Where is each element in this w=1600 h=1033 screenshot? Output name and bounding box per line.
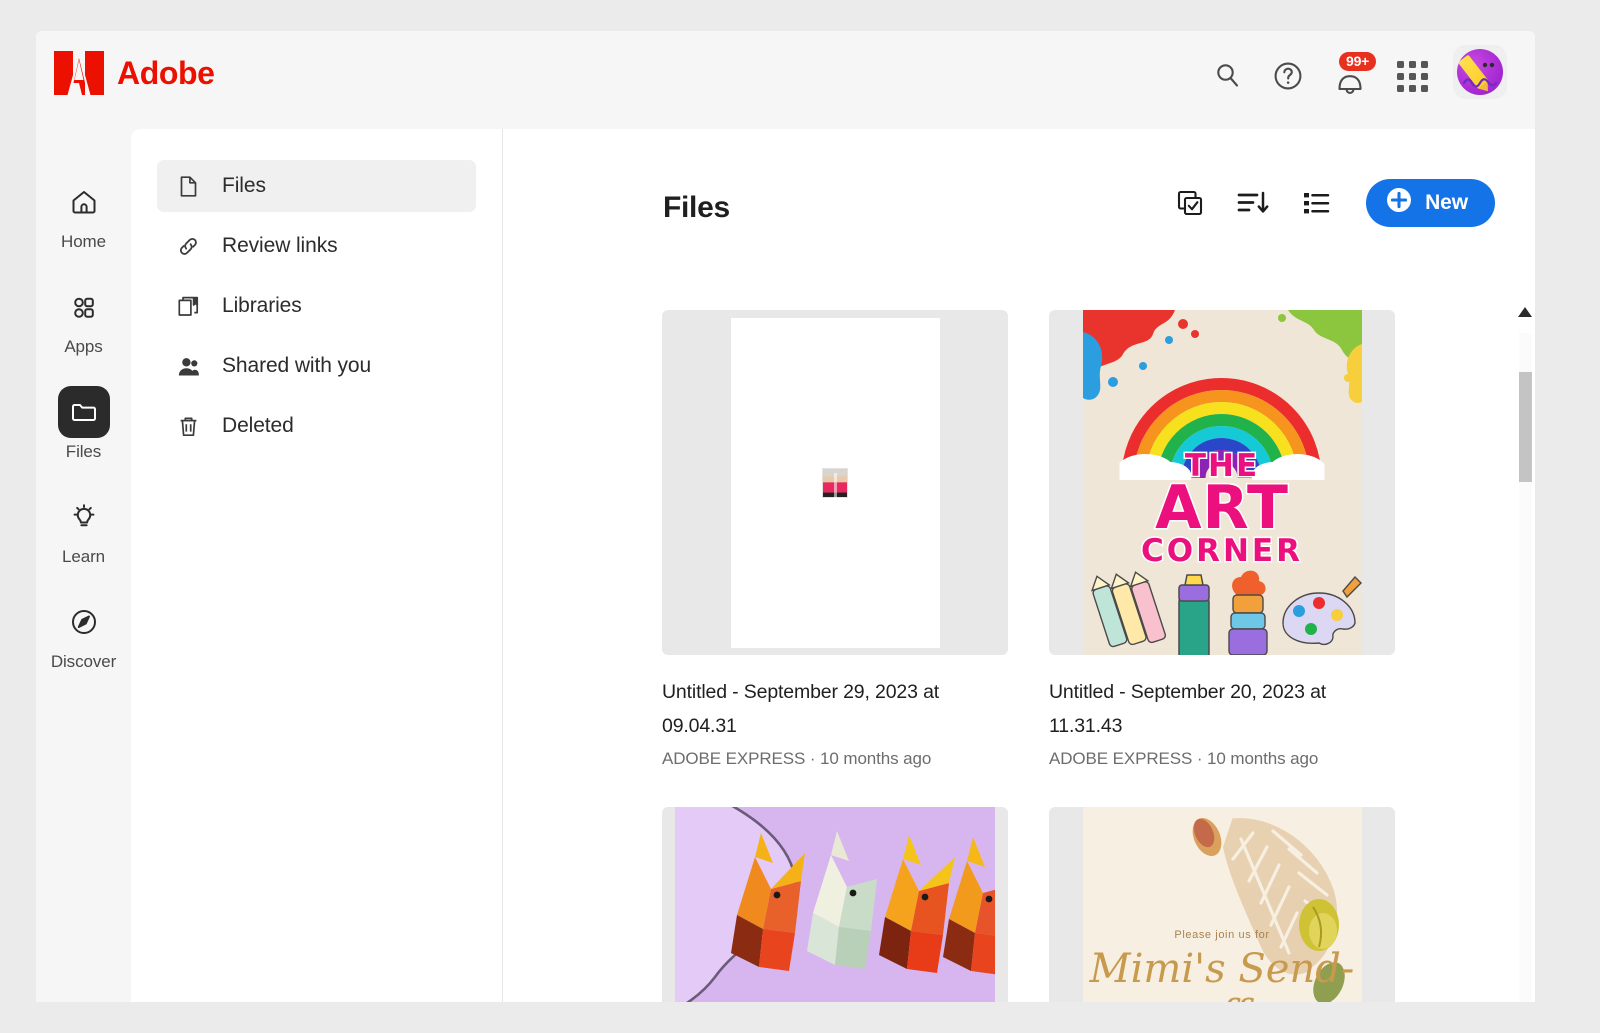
bell-icon[interactable]: 99+: [1331, 56, 1369, 96]
rail-item-discover[interactable]: Discover: [36, 596, 131, 672]
adobe-logo-icon: [54, 51, 104, 95]
panel-header: Files: [504, 129, 1535, 269]
sidebar-item-deleted[interactable]: Deleted: [157, 400, 476, 452]
rail-label-apps: Apps: [64, 337, 102, 357]
invite-text-line1: Please join us for: [1083, 929, 1362, 941]
rail-label-files: Files: [66, 442, 101, 462]
sidebar-label-deleted: Deleted: [222, 414, 294, 438]
sidebar-item-files[interactable]: Files: [157, 160, 476, 212]
file-meta: ADOBE EXPRESS · 10 months ago: [662, 749, 1008, 769]
notification-badge: 99+: [1339, 52, 1376, 71]
app-grid-icon[interactable]: [1395, 59, 1429, 93]
art-corner-text: THE ART CORNER: [1083, 452, 1362, 567]
sidebar-item-libraries[interactable]: Libraries: [157, 280, 476, 332]
header-actions: 99+: [1211, 53, 1507, 99]
sidebar-label-files: Files: [222, 174, 266, 198]
avatar-image: [1457, 49, 1503, 95]
list-view-icon[interactable]: [1299, 186, 1333, 220]
file-thumbnail[interactable]: [662, 807, 1008, 1002]
invite-text-line2: Mimi's Send-off: [1083, 946, 1362, 1002]
rail-label-discover: Discover: [51, 652, 116, 672]
rail-item-files[interactable]: Files: [36, 386, 131, 462]
white-canvas: [731, 318, 940, 648]
sidebar-item-shared-with-you[interactable]: Shared with you: [157, 340, 476, 392]
purple-origami-poster: [675, 807, 995, 1002]
select-multiple-icon[interactable]: [1173, 186, 1207, 220]
sort-descending-icon[interactable]: [1236, 186, 1270, 220]
sidebar-label-libraries: Libraries: [222, 294, 302, 318]
rail-label-learn: Learn: [62, 547, 105, 567]
file-meta: ADOBE EXPRESS · 10 months ago: [1049, 749, 1395, 769]
application-window: Adobe: [36, 31, 1535, 1002]
folder-icon: [58, 386, 110, 438]
brand-name: Adobe: [117, 55, 215, 92]
file-thumbnail[interactable]: Please join us for Mimi's Send-off: [1049, 807, 1395, 1002]
vertical-scrollbar[interactable]: [1515, 297, 1535, 1002]
compass-icon: [58, 596, 110, 648]
document-icon: [175, 173, 201, 199]
files-grid: Untitled - September 29, 2023 at 09.04.3…: [662, 310, 1535, 1002]
file-title: Untitled - September 20, 2023 at 11.31.4…: [1049, 676, 1395, 743]
new-button[interactable]: New: [1366, 179, 1495, 227]
adobe-brand[interactable]: Adobe: [54, 51, 215, 95]
link-icon: [175, 233, 201, 259]
tiny-photo-image: [822, 468, 848, 498]
user-avatar[interactable]: [1453, 45, 1507, 99]
home-icon: [58, 176, 110, 228]
cream-invitation-poster: Please join us for Mimi's Send-off: [1083, 807, 1362, 1002]
scrollbar-thumb[interactable]: [1519, 372, 1532, 482]
sidebar-label-shared-with-you: Shared with you: [222, 354, 371, 378]
content-card: Files Review links: [131, 129, 1535, 1002]
file-thumbnail[interactable]: THE ART CORNER: [1049, 310, 1395, 655]
primary-rail: Home Apps Files: [36, 125, 131, 1002]
lightbulb-icon: [58, 491, 110, 543]
art-corner-poster: THE ART CORNER: [1083, 310, 1362, 655]
art-text-line2: ART: [1083, 481, 1362, 536]
new-button-label: New: [1425, 191, 1468, 215]
books-icon: [175, 293, 201, 319]
chevron-up-icon[interactable]: [1517, 305, 1533, 323]
art-text-line3: CORNER: [1083, 536, 1362, 567]
art-supplies-graphic: [1083, 569, 1362, 655]
file-card[interactable]: [662, 807, 1008, 1002]
rail-label-home: Home: [61, 232, 106, 252]
sidebar-item-review-links[interactable]: Review links: [157, 220, 476, 272]
panel-toolbar: New: [1173, 179, 1495, 227]
trash-icon: [175, 413, 201, 439]
search-icon[interactable]: [1211, 59, 1245, 93]
apps-icon: [58, 281, 110, 333]
help-circle-icon[interactable]: [1271, 59, 1305, 93]
bell-glyph: [1333, 67, 1367, 102]
file-card[interactable]: THE ART CORNER: [1049, 310, 1395, 769]
page-title: Files: [663, 191, 730, 225]
files-main-panel: Files: [504, 129, 1535, 1002]
global-header: Adobe: [36, 31, 1535, 125]
rail-item-learn[interactable]: Learn: [36, 491, 131, 567]
sidebar-label-review-links: Review links: [222, 234, 338, 258]
file-thumbnail[interactable]: [662, 310, 1008, 655]
rail-item-apps[interactable]: Apps: [36, 281, 131, 357]
person-icon: [175, 353, 201, 379]
plus-circle-icon: [1386, 187, 1412, 219]
file-card[interactable]: Please join us for Mimi's Send-off: [1049, 807, 1395, 1002]
file-card[interactable]: Untitled - September 29, 2023 at 09.04.3…: [662, 310, 1008, 769]
rail-item-home[interactable]: Home: [36, 176, 131, 252]
files-side-nav: Files Review links: [131, 129, 503, 1002]
files-grid-scroll-area[interactable]: Untitled - September 29, 2023 at 09.04.3…: [504, 269, 1535, 1002]
file-title: Untitled - September 29, 2023 at 09.04.3…: [662, 676, 1008, 743]
